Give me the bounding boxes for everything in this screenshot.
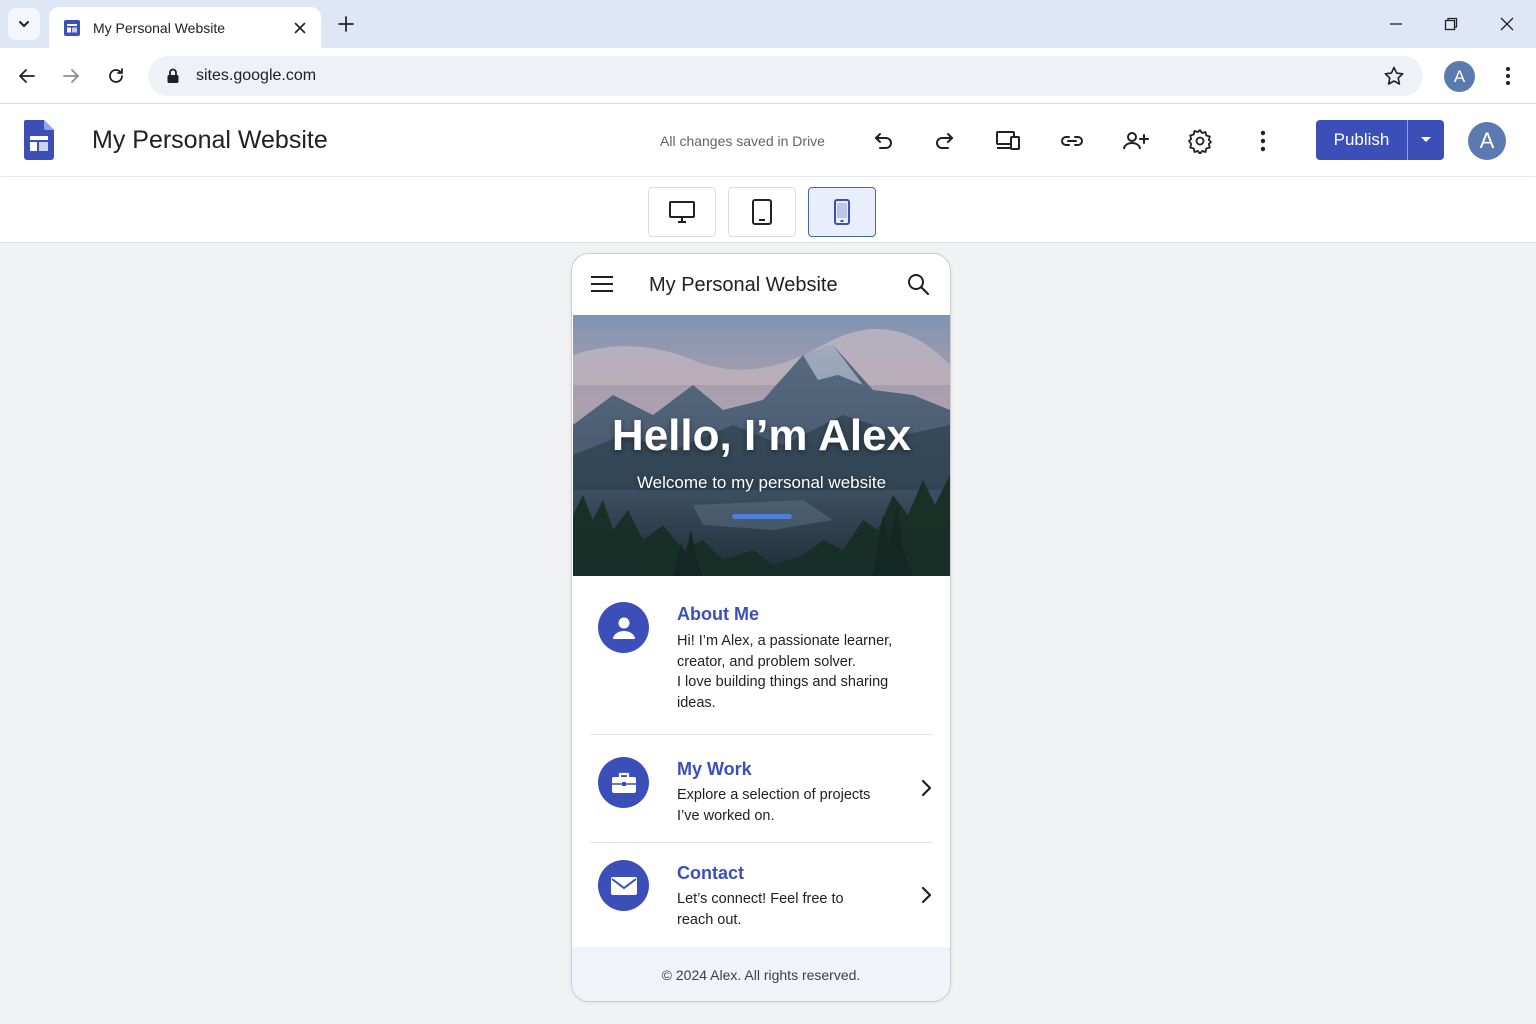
browser-profile-avatar[interactable]: A [1444, 61, 1475, 92]
lock-icon [164, 67, 182, 85]
text-line: Explore a selection of projects [677, 787, 871, 803]
phone-view-button[interactable] [808, 187, 876, 237]
work-icon-circle [598, 757, 649, 808]
person-icon [611, 615, 637, 641]
section-description: Hi! I’m Alex, a passionate learner, crea… [677, 631, 892, 713]
undo-icon [872, 129, 896, 153]
more-options-button[interactable] [1249, 127, 1277, 155]
browser-toolbar: sites.google.com A [0, 48, 1536, 104]
site-footer: © 2024 Alex. All rights reserved. [572, 947, 950, 1001]
browser-tab-strip: My Personal Website [0, 0, 1536, 48]
gear-icon [1187, 128, 1213, 154]
more-vert-icon [1260, 130, 1266, 152]
about-me-section: About Me Hi! I’m Alex, a passionate lear… [590, 592, 933, 712]
tablet-view-button[interactable] [728, 187, 796, 237]
sites-favicon-icon [63, 19, 81, 37]
publish-button[interactable]: Publish [1316, 120, 1408, 160]
section-divider [590, 734, 933, 735]
section-description: Explore a selection of projects I’ve wor… [677, 785, 870, 826]
publish-button-group: Publish [1316, 120, 1444, 160]
hero-title: Hello, I’m Alex [611, 411, 912, 460]
chevron-down-icon [17, 17, 31, 31]
section-title: My Work [677, 759, 752, 779]
chevron-right-icon[interactable] [917, 777, 935, 799]
text-line: Let’s connect! Feel free to [677, 891, 844, 907]
browser-tab[interactable]: My Personal Website [49, 7, 321, 48]
undo-button[interactable] [870, 127, 898, 155]
chevron-right-icon[interactable] [917, 884, 935, 906]
desktop-icon [668, 199, 696, 225]
briefcase-icon [610, 771, 638, 795]
restore-icon [1444, 17, 1458, 31]
reload-button[interactable] [102, 62, 130, 90]
tablet-icon [750, 198, 774, 226]
link-icon [1059, 129, 1085, 153]
restore-button[interactable] [1437, 10, 1465, 38]
tab-title: My Personal Website [93, 19, 226, 36]
arrow-right-icon [61, 66, 81, 86]
hero-banner: Hello, I’m Alex Welcome to my personal w… [573, 315, 950, 576]
redo-icon [932, 129, 956, 153]
text-line: reach out. [677, 911, 742, 928]
new-tab-button[interactable] [333, 11, 359, 37]
settings-button[interactable] [1186, 127, 1214, 155]
desktop-view-button[interactable] [648, 187, 716, 237]
site-name-field[interactable]: My Personal Website [92, 126, 328, 155]
preview-devices-icon [995, 129, 1021, 153]
redo-button[interactable] [930, 127, 958, 155]
caret-down-icon [1420, 136, 1432, 144]
hero-subtitle: Welcome to my personal website [636, 473, 887, 492]
reload-icon [106, 66, 126, 86]
text-line: ideas. [677, 694, 716, 711]
account-avatar[interactable]: A [1468, 122, 1506, 160]
text-line: creator, and problem solver. [677, 653, 856, 670]
mobile-site-preview: My Personal Website Hello, I’m Alex Welc… [571, 253, 951, 1002]
publish-options-button[interactable] [1408, 120, 1444, 160]
close-window-button[interactable] [1493, 10, 1521, 38]
minimize-button[interactable] [1382, 10, 1410, 38]
section-description: Let’s connect! Feel free to reach out. [677, 889, 844, 930]
hero-accent-bar [732, 514, 792, 519]
minimize-icon [1389, 17, 1403, 31]
mail-icon [610, 875, 638, 897]
section-title: Contact [677, 863, 744, 883]
preview-site-name: My Personal Website [649, 274, 838, 296]
back-button[interactable] [13, 62, 41, 90]
site-navbar: My Personal Website [572, 254, 950, 315]
browser-menu-button[interactable] [1496, 62, 1520, 90]
device-preview-bar [0, 177, 1536, 243]
section-title: About Me [677, 604, 759, 624]
share-button[interactable] [1122, 127, 1150, 155]
sites-editor-header: My Personal Website All changes saved in… [0, 104, 1536, 176]
text-line: I’ve worked on. [677, 807, 775, 824]
my-work-section[interactable]: My Work Explore a selection of projects … [590, 747, 933, 837]
text-line: I love building things and sharing [677, 674, 889, 690]
contact-icon-circle [598, 860, 649, 911]
copy-link-button[interactable] [1058, 127, 1086, 155]
preview-button[interactable] [994, 127, 1022, 155]
phone-icon [832, 198, 852, 226]
google-sites-logo-icon[interactable] [24, 120, 54, 160]
close-icon [1500, 17, 1514, 31]
plus-icon [338, 16, 354, 32]
hamburger-menu-icon[interactable] [590, 274, 614, 294]
section-divider [590, 842, 933, 843]
tab-search-button[interactable] [8, 8, 40, 40]
bookmark-star-icon[interactable] [1383, 65, 1405, 87]
search-icon[interactable] [906, 272, 930, 296]
about-icon-circle [598, 602, 649, 653]
more-vert-icon [1505, 66, 1511, 86]
url-text[interactable]: sites.google.com [196, 67, 316, 85]
close-tab-icon[interactable] [289, 17, 311, 39]
arrow-left-icon [17, 66, 37, 86]
text-line: Hi! I’m Alex, a passionate learner, [677, 633, 893, 649]
address-bar[interactable]: sites.google.com [148, 56, 1423, 96]
forward-button[interactable] [57, 62, 85, 90]
add-person-icon [1122, 129, 1150, 153]
contact-section[interactable]: Contact Let’s connect! Feel free to reac… [590, 851, 933, 941]
save-status-text: All changes saved in Drive [660, 133, 825, 149]
